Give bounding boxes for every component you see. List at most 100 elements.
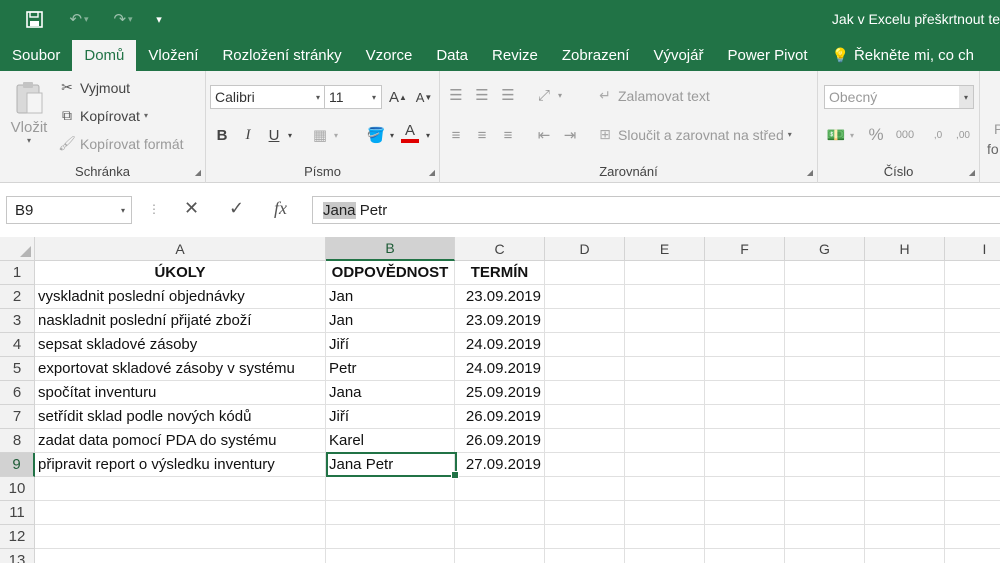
- cell-b7[interactable]: Jiří: [326, 405, 455, 429]
- cell-a3[interactable]: naskladnit poslední přijaté zboží: [35, 309, 326, 333]
- align-bottom-icon[interactable]: ☰: [496, 83, 520, 107]
- select-all-button[interactable]: [0, 237, 35, 261]
- cell-e11[interactable]: [625, 501, 705, 525]
- cell-h12[interactable]: [865, 525, 945, 549]
- cell-f8[interactable]: [705, 429, 785, 453]
- cell-h7[interactable]: [865, 405, 945, 429]
- cell-i7[interactable]: [945, 405, 1000, 429]
- column-header-e[interactable]: E: [625, 237, 705, 261]
- cell-f7[interactable]: [705, 405, 785, 429]
- cell-g2[interactable]: [785, 285, 865, 309]
- fill-color-dropdown-icon[interactable]: ▾: [386, 123, 398, 147]
- cell-a11[interactable]: [35, 501, 326, 525]
- cell-h11[interactable]: [865, 501, 945, 525]
- cell-a6[interactable]: spočítat inventuru: [35, 381, 326, 405]
- cell-a9[interactable]: připravit report o výsledku inventury: [35, 453, 326, 477]
- cell-d12[interactable]: [545, 525, 625, 549]
- name-box[interactable]: B9 ▾: [6, 196, 132, 224]
- clipboard-launcher-icon[interactable]: ◢: [195, 168, 201, 177]
- cell-c12[interactable]: [455, 525, 545, 549]
- cell-i8[interactable]: [945, 429, 1000, 453]
- redo-icon[interactable]: ↷ ▾: [104, 8, 142, 30]
- cell-c4[interactable]: 24.09.2019: [455, 333, 545, 357]
- undo-icon[interactable]: ↶ ▾: [60, 8, 98, 30]
- cell-d3[interactable]: [545, 309, 625, 333]
- increase-indent-icon[interactable]: ⇥: [558, 123, 582, 147]
- cell-i4[interactable]: [945, 333, 1000, 357]
- cell-e10[interactable]: [625, 477, 705, 501]
- cell-g9[interactable]: [785, 453, 865, 477]
- row-header-7[interactable]: 7: [0, 405, 35, 429]
- cell-a12[interactable]: [35, 525, 326, 549]
- cell-f12[interactable]: [705, 525, 785, 549]
- cell-b2[interactable]: Jan: [326, 285, 455, 309]
- customize-qat-icon[interactable]: ▾: [150, 8, 168, 30]
- tab-page-layout[interactable]: Rozložení stránky: [210, 40, 353, 71]
- row-header-1[interactable]: 1: [0, 261, 35, 285]
- cell-h13[interactable]: [865, 549, 945, 563]
- cell-h1[interactable]: [865, 261, 945, 285]
- underline-button[interactable]: U: [262, 123, 286, 147]
- column-header-a[interactable]: A: [35, 237, 326, 261]
- cell-i1[interactable]: [945, 261, 1000, 285]
- percent-button[interactable]: %: [864, 123, 888, 147]
- tell-me-search[interactable]: 💡 Řekněte mi, co ch: [820, 40, 987, 71]
- cell-f5[interactable]: [705, 357, 785, 381]
- cell-i11[interactable]: [945, 501, 1000, 525]
- orientation-icon[interactable]: ⤢: [532, 83, 556, 107]
- cell-a8[interactable]: zadat data pomocí PDA do systému: [35, 429, 326, 453]
- cell-b9[interactable]: Jana Petr: [326, 453, 455, 477]
- wrap-text-button[interactable]: ↵ Zalamovat text: [596, 87, 710, 104]
- tab-review[interactable]: Revize: [480, 40, 550, 71]
- cell-e6[interactable]: [625, 381, 705, 405]
- cell-c13[interactable]: [455, 549, 545, 563]
- cell-e12[interactable]: [625, 525, 705, 549]
- cell-b11[interactable]: [326, 501, 455, 525]
- cell-d6[interactable]: [545, 381, 625, 405]
- row-header-13[interactable]: 13: [0, 549, 35, 563]
- shrink-font-button[interactable]: A ▼: [412, 85, 436, 109]
- column-header-c[interactable]: C: [455, 237, 545, 261]
- row-header-12[interactable]: 12: [0, 525, 35, 549]
- format-painter-button[interactable]: 🖌 Kopírovat formát: [58, 135, 183, 152]
- row-header-3[interactable]: 3: [0, 309, 35, 333]
- cell-d5[interactable]: [545, 357, 625, 381]
- align-center-icon[interactable]: ≡: [470, 123, 494, 147]
- cell-d10[interactable]: [545, 477, 625, 501]
- cell-a7[interactable]: setřídit sklad podle nových kódů: [35, 405, 326, 429]
- cell-d11[interactable]: [545, 501, 625, 525]
- tab-developer[interactable]: Vývojář: [641, 40, 715, 71]
- cell-g3[interactable]: [785, 309, 865, 333]
- cell-b3[interactable]: Jan: [326, 309, 455, 333]
- cell-b5[interactable]: Petr: [326, 357, 455, 381]
- cell-i5[interactable]: [945, 357, 1000, 381]
- cell-f11[interactable]: [705, 501, 785, 525]
- cell-d4[interactable]: [545, 333, 625, 357]
- row-header-11[interactable]: 11: [0, 501, 35, 525]
- cell-h9[interactable]: [865, 453, 945, 477]
- row-header-10[interactable]: 10: [0, 477, 35, 501]
- cell-h4[interactable]: [865, 333, 945, 357]
- align-top-icon[interactable]: ☰: [444, 83, 468, 107]
- cell-f10[interactable]: [705, 477, 785, 501]
- cell-c6[interactable]: 25.09.2019: [455, 381, 545, 405]
- italic-button[interactable]: I: [236, 123, 260, 147]
- conditional-format-label-partial-2[interactable]: fo: [987, 141, 999, 157]
- cell-b8[interactable]: Karel: [326, 429, 455, 453]
- font-launcher-icon[interactable]: ◢: [429, 168, 435, 177]
- cell-i2[interactable]: [945, 285, 1000, 309]
- font-color-button[interactable]: A: [398, 121, 422, 145]
- cell-f13[interactable]: [705, 549, 785, 563]
- cell-h3[interactable]: [865, 309, 945, 333]
- cell-e13[interactable]: [625, 549, 705, 563]
- cell-c2[interactable]: 23.09.2019: [455, 285, 545, 309]
- align-left-icon[interactable]: ≡: [444, 123, 468, 147]
- cell-e7[interactable]: [625, 405, 705, 429]
- insert-function-button[interactable]: fx: [274, 198, 287, 219]
- bold-button[interactable]: B: [210, 123, 234, 147]
- merge-center-button[interactable]: ⊞ Sloučit a zarovnat na střed ▾: [596, 126, 792, 143]
- tab-file[interactable]: Soubor: [0, 40, 72, 71]
- save-icon[interactable]: [22, 8, 46, 30]
- cell-c11[interactable]: [455, 501, 545, 525]
- thousands-button[interactable]: 000: [890, 123, 920, 147]
